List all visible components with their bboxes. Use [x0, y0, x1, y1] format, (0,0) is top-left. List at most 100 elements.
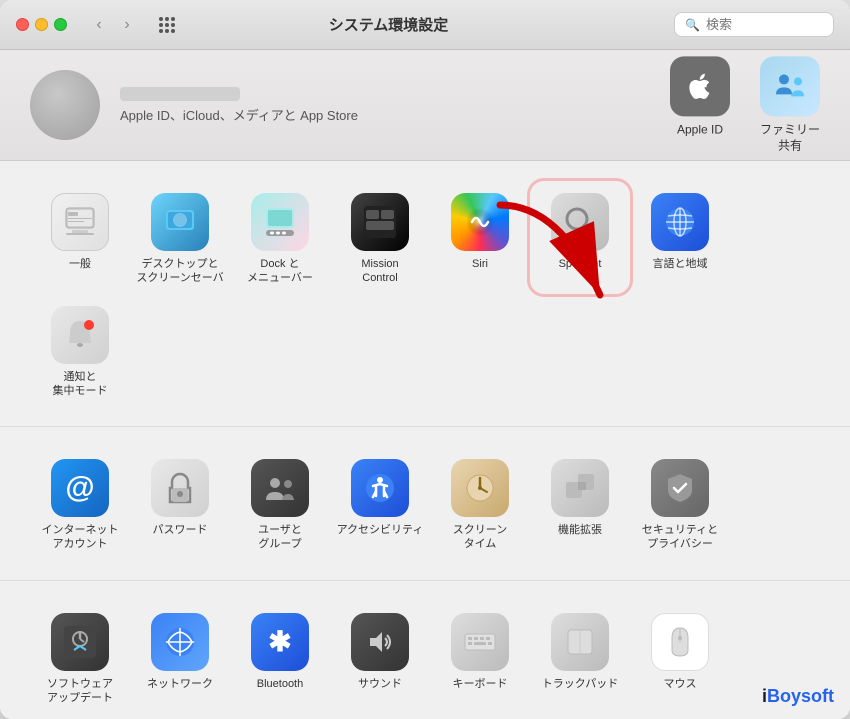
users-icon — [251, 459, 309, 517]
window-title: システム環境設定 — [115, 14, 662, 35]
section-general: 一般 デスクトップとスクリーンセーバ — [0, 161, 850, 427]
notification-label: 通知と集中モード — [53, 370, 108, 399]
bluetooth-label: Bluetooth — [257, 677, 303, 691]
mission-item[interactable]: MissionControl — [330, 181, 430, 294]
profile-icons: Apple ID ファミリー共有 — [670, 56, 820, 153]
minimize-button[interactable] — [35, 18, 48, 31]
traffic-lights — [16, 18, 67, 31]
profile-name-placeholder — [120, 87, 240, 101]
icons-grid-3: ソフトウェアアップデート ネットワーク — [30, 601, 820, 719]
internet-item[interactable]: @ インターネットアカウント — [30, 447, 130, 560]
accessibility-item[interactable]: アクセシビリティ — [330, 447, 430, 560]
apple-icon — [684, 70, 716, 102]
mouse-label: マウス — [664, 677, 697, 691]
users-label: ユーザとグループ — [258, 523, 302, 552]
mouse-item[interactable]: マウス — [630, 601, 730, 714]
icons-grid-2: @ インターネットアカウント パスワード — [30, 447, 820, 560]
language-item[interactable]: 言語と地域 — [630, 181, 730, 294]
siri-icon — [451, 193, 509, 251]
section-accounts: @ インターネットアカウント パスワード — [0, 427, 850, 581]
mouse-icon — [651, 613, 709, 671]
extensions-label: 機能拡張 — [558, 523, 602, 537]
spotlight-item[interactable]: Spotlight — [530, 181, 630, 294]
profile-subtitle: Apple ID、iCloud、メディアと App Store — [120, 105, 358, 124]
sound-label: サウンド — [358, 677, 402, 691]
apple-id-item[interactable]: Apple ID — [670, 56, 730, 153]
sound-icon — [351, 613, 409, 671]
dock-item[interactable]: Dock とメニューバー — [230, 181, 330, 294]
apple-id-icon-bg — [670, 56, 730, 116]
icons-grid-1: 一般 デスクトップとスクリーンセーバ — [30, 181, 820, 406]
bluetooth-icon: ✱ — [251, 613, 309, 671]
general-icon — [51, 193, 109, 251]
security-label: セキュリティとプライバシー — [642, 523, 718, 552]
password-item[interactable]: パスワード — [130, 447, 230, 560]
bluetooth-item[interactable]: ✱ Bluetooth — [230, 601, 330, 714]
trackpad-label: トラックパッド — [542, 677, 618, 691]
software-label: ソフトウェアアップデート — [47, 677, 113, 706]
search-input[interactable] — [706, 17, 823, 32]
family-label: ファミリー共有 — [760, 122, 820, 153]
titlebar: ‹ › システム環境設定 🔍 — [0, 0, 850, 50]
spotlight-label: Spotlight — [559, 257, 602, 271]
extensions-item[interactable]: 機能拡張 — [530, 447, 630, 560]
dock-icon — [251, 193, 309, 251]
users-item[interactable]: ユーザとグループ — [230, 447, 330, 560]
general-item[interactable]: 一般 — [30, 181, 130, 294]
back-button[interactable]: ‹ — [87, 13, 111, 37]
network-label: ネットワーク — [147, 677, 213, 691]
accessibility-icon — [351, 459, 409, 517]
screentime-icon — [451, 459, 509, 517]
trackpad-item[interactable]: トラックパッド — [530, 601, 630, 714]
mission-label: MissionControl — [361, 257, 398, 286]
close-button[interactable] — [16, 18, 29, 31]
network-icon — [151, 613, 209, 671]
mission-icon — [351, 193, 409, 251]
desktop-label: デスクトップとスクリーンセーバ — [136, 257, 223, 286]
accessibility-label: アクセシビリティ — [337, 523, 424, 537]
maximize-button[interactable] — [54, 18, 67, 31]
family-sharing-item[interactable]: ファミリー共有 — [760, 56, 820, 153]
extensions-icon — [551, 459, 609, 517]
internet-icon: @ — [51, 459, 109, 517]
keyboard-icon — [451, 613, 509, 671]
siri-item[interactable]: Siri — [430, 181, 530, 294]
profile-section: Apple ID、iCloud、メディアと App Store Apple ID — [0, 50, 850, 161]
desktop-item[interactable]: デスクトップとスクリーンセーバ — [130, 181, 230, 294]
notification-item[interactable]: 通知と集中モード — [30, 294, 130, 407]
general-label: 一般 — [69, 257, 91, 271]
security-icon — [651, 459, 709, 517]
system-preferences-window: ‹ › システム環境設定 🔍 Apple ID、iCloud、メディアと App… — [0, 0, 850, 719]
profile-info: Apple ID、iCloud、メディアと App Store — [120, 87, 358, 124]
dock-label: Dock とメニューバー — [247, 257, 313, 286]
watermark: iBoysoft — [762, 686, 834, 707]
family-icon-bg — [760, 56, 820, 116]
sound-item[interactable]: サウンド — [330, 601, 430, 714]
watermark-boysoft: Boysoft — [767, 686, 834, 706]
security-item[interactable]: セキュリティとプライバシー — [630, 447, 730, 560]
screentime-label: スクリーンタイム — [453, 523, 507, 552]
keyboard-label: キーボード — [453, 677, 508, 691]
main-content: 一般 デスクトップとスクリーンセーバ — [0, 161, 850, 719]
family-icon — [772, 68, 808, 104]
desktop-icon — [151, 193, 209, 251]
screentime-item[interactable]: スクリーンタイム — [430, 447, 530, 560]
language-label: 言語と地域 — [653, 257, 708, 271]
apple-id-label: Apple ID — [677, 122, 723, 138]
section-hardware: ソフトウェアアップデート ネットワーク — [0, 581, 850, 719]
siri-label: Siri — [472, 257, 488, 271]
network-item[interactable]: ネットワーク — [130, 601, 230, 714]
software-item[interactable]: ソフトウェアアップデート — [30, 601, 130, 714]
search-icon: 🔍 — [685, 18, 700, 32]
internet-label: インターネットアカウント — [42, 523, 119, 552]
notification-icon — [51, 306, 109, 364]
keyboard-item[interactable]: キーボード — [430, 601, 530, 714]
password-label: パスワード — [153, 523, 208, 537]
software-icon — [51, 613, 109, 671]
language-icon — [651, 193, 709, 251]
search-bar[interactable]: 🔍 — [674, 12, 834, 37]
spotlight-icon — [551, 193, 609, 251]
trackpad-icon — [551, 613, 609, 671]
display-item[interactable]: ディスプレイ — [30, 713, 130, 719]
password-icon — [151, 459, 209, 517]
